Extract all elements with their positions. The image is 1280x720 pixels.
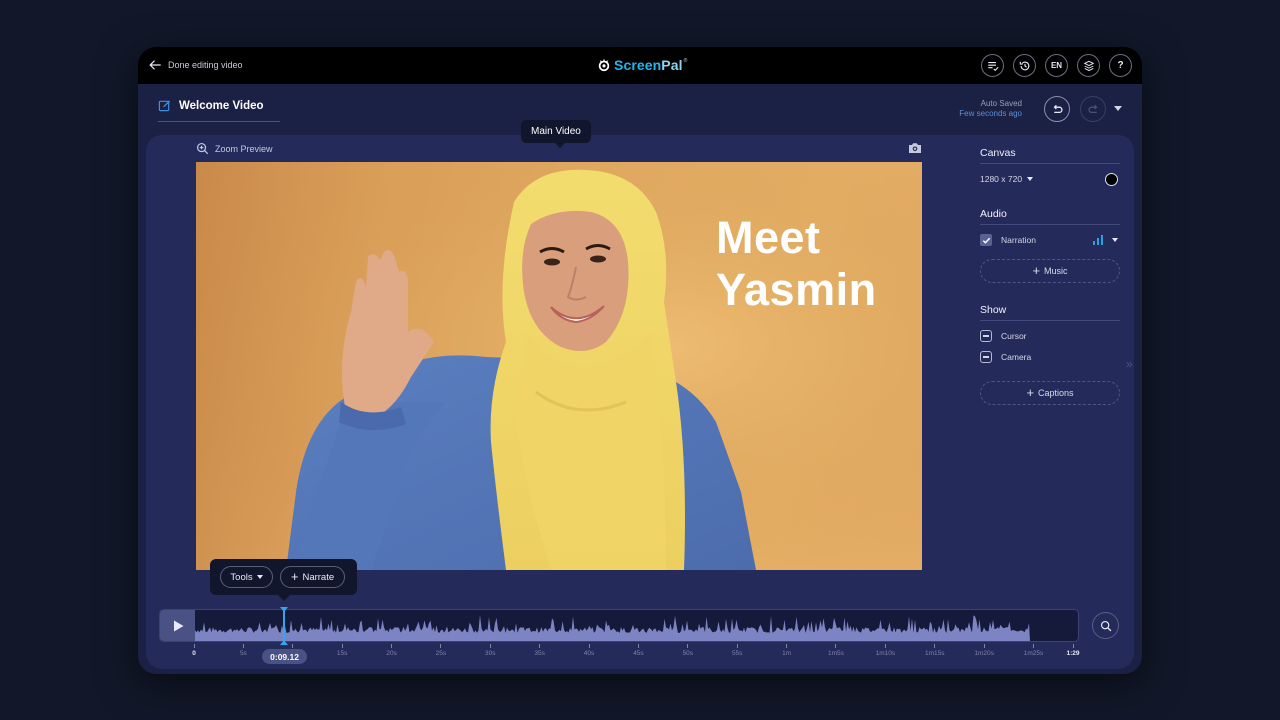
title-underline <box>158 121 280 122</box>
main-video-tooltip: Main Video <box>521 120 591 148</box>
timeline-zoom-button[interactable] <box>1092 612 1119 639</box>
timeline-tick: 1m5s <box>816 644 856 657</box>
overlay-line-2: Yasmin <box>716 264 877 315</box>
tools-label: Tools <box>230 571 253 583</box>
narration-checkbox[interactable] <box>980 234 992 246</box>
timeline-tick: 5s <box>223 644 263 657</box>
autosave-label: Auto Saved <box>980 99 1022 108</box>
arrow-left-icon <box>149 60 161 70</box>
timeline-tick: 50s <box>668 644 708 657</box>
timeline-tick: 40s <box>569 644 609 657</box>
add-music-button[interactable]: + Music <box>980 259 1120 283</box>
checklist-icon <box>987 61 999 71</box>
timeline-tick: 1m10s <box>865 644 905 657</box>
canvas-color-swatch[interactable] <box>1105 172 1118 186</box>
timeline-track[interactable] <box>159 609 1079 642</box>
history-button[interactable] <box>1013 54 1036 77</box>
tools-popup: Tools + Narrate <box>210 559 357 601</box>
zoom-preview-button[interactable]: Zoom Preview <box>196 142 273 155</box>
canvas-heading: Canvas <box>980 147 1120 164</box>
redo-icon <box>1087 104 1097 113</box>
timeline-tick: 30s <box>470 644 510 657</box>
narrate-button[interactable]: + Narrate <box>280 566 345 588</box>
zoom-in-icon <box>196 142 209 155</box>
timeline-tick: 20s <box>372 644 412 657</box>
expand-panel-chevrons-icon[interactable]: » <box>1126 357 1133 371</box>
waveform-shape <box>195 614 1030 641</box>
playhead-handle[interactable] <box>280 607 289 645</box>
current-time-badge: 0:09.12 <box>262 649 308 664</box>
search-icon <box>1100 620 1111 631</box>
timeline-tick: 1m <box>767 644 807 657</box>
screenpal-logo: Screen Pal ® <box>597 57 687 73</box>
top-icon-group: EN ? <box>981 54 1132 77</box>
done-editing-label: Done editing video <box>168 60 243 70</box>
autosave-time: Few seconds ago <box>959 109 1022 118</box>
zoom-preview-label: Zoom Preview <box>215 143 273 154</box>
redo-button[interactable] <box>1080 96 1106 122</box>
volume-bars-icon[interactable] <box>1093 235 1103 245</box>
narration-options-caret-icon[interactable] <box>1112 238 1118 242</box>
logo-text-pal: Pal <box>661 57 683 73</box>
add-captions-button[interactable]: + Captions <box>980 381 1120 405</box>
plus-icon: + <box>290 569 299 584</box>
help-button[interactable]: ? <box>1109 54 1132 77</box>
undo-icon <box>1053 104 1063 113</box>
canvas-size-dropdown[interactable]: 1280 x 720 <box>980 174 1034 184</box>
timeline-tick: 15s <box>322 644 362 657</box>
logo-text-screen: Screen <box>614 57 662 73</box>
language-button[interactable]: EN <box>1045 54 1068 77</box>
overlay-line-1: Meet <box>716 212 821 263</box>
camera-label: Camera <box>1001 352 1032 362</box>
layers-button[interactable] <box>1077 54 1100 77</box>
video-overlay-title: Meet Yasmin <box>716 212 877 316</box>
logo-mark-icon <box>598 59 610 72</box>
timeline-tick: 55s <box>717 644 757 657</box>
add-captions-label: Captions <box>1038 388 1074 398</box>
cursor-toggle[interactable] <box>980 330 992 342</box>
canvas-size-value: 1280 x 720 <box>980 174 1023 184</box>
timeline-tick: 1m20s <box>964 644 1004 657</box>
done-editing-button[interactable]: Done editing video <box>148 58 243 72</box>
project-title[interactable]: Welcome Video <box>179 100 264 112</box>
checkmark-icon <box>982 237 990 244</box>
project-title-row[interactable]: Welcome Video <box>158 99 264 112</box>
editor-window: Done editing video Screen Pal ® EN ? Wel… <box>138 47 1142 674</box>
plus-icon: + <box>1026 385 1035 400</box>
play-icon <box>173 620 183 631</box>
plus-icon: + <box>1032 263 1041 278</box>
properties-panel: Canvas 1280 x 720 Audio Narration + Musi… <box>980 147 1120 405</box>
play-button[interactable] <box>160 610 195 641</box>
timeline-tick: 1:29 <box>1053 644 1093 657</box>
top-bar: Done editing video Screen Pal ® EN ? <box>138 47 1142 84</box>
camera-toggle[interactable] <box>980 351 992 363</box>
editor-panel: Zoom Preview Meet Yasmin Main Video Tool… <box>146 120 1134 669</box>
video-preview[interactable]: Meet Yasmin <box>196 162 922 570</box>
timeline-tick: 45s <box>618 644 658 657</box>
more-options-caret-icon[interactable] <box>1114 106 1122 111</box>
caret-down-icon <box>256 575 263 579</box>
checklist-button[interactable] <box>981 54 1004 77</box>
timeline-tick: 1m15s <box>915 644 955 657</box>
timeline-tick: 25s <box>421 644 461 657</box>
screenshot-camera-icon[interactable] <box>908 142 922 154</box>
timeline-tick: 35s <box>520 644 560 657</box>
cursor-label: Cursor <box>1001 331 1027 341</box>
layers-icon <box>1083 60 1094 71</box>
add-music-label: Music <box>1044 266 1068 276</box>
caret-down-icon <box>1027 177 1034 181</box>
tools-dropdown-button[interactable]: Tools <box>220 566 273 588</box>
timeline-tick: 1m25s <box>1013 644 1053 657</box>
undo-button[interactable] <box>1044 96 1070 122</box>
narration-label: Narration <box>1001 235 1036 245</box>
autosave-status: Auto Saved Few seconds ago <box>959 99 1022 119</box>
narrate-label: Narrate <box>302 571 335 583</box>
timeline-tick: 0 <box>174 644 214 657</box>
edit-icon <box>158 100 171 112</box>
show-heading: Show <box>980 304 1120 321</box>
audio-heading: Audio <box>980 208 1120 225</box>
history-icon <box>1019 61 1029 70</box>
audio-waveform[interactable] <box>195 610 1079 641</box>
logo-registered: ® <box>683 58 688 64</box>
